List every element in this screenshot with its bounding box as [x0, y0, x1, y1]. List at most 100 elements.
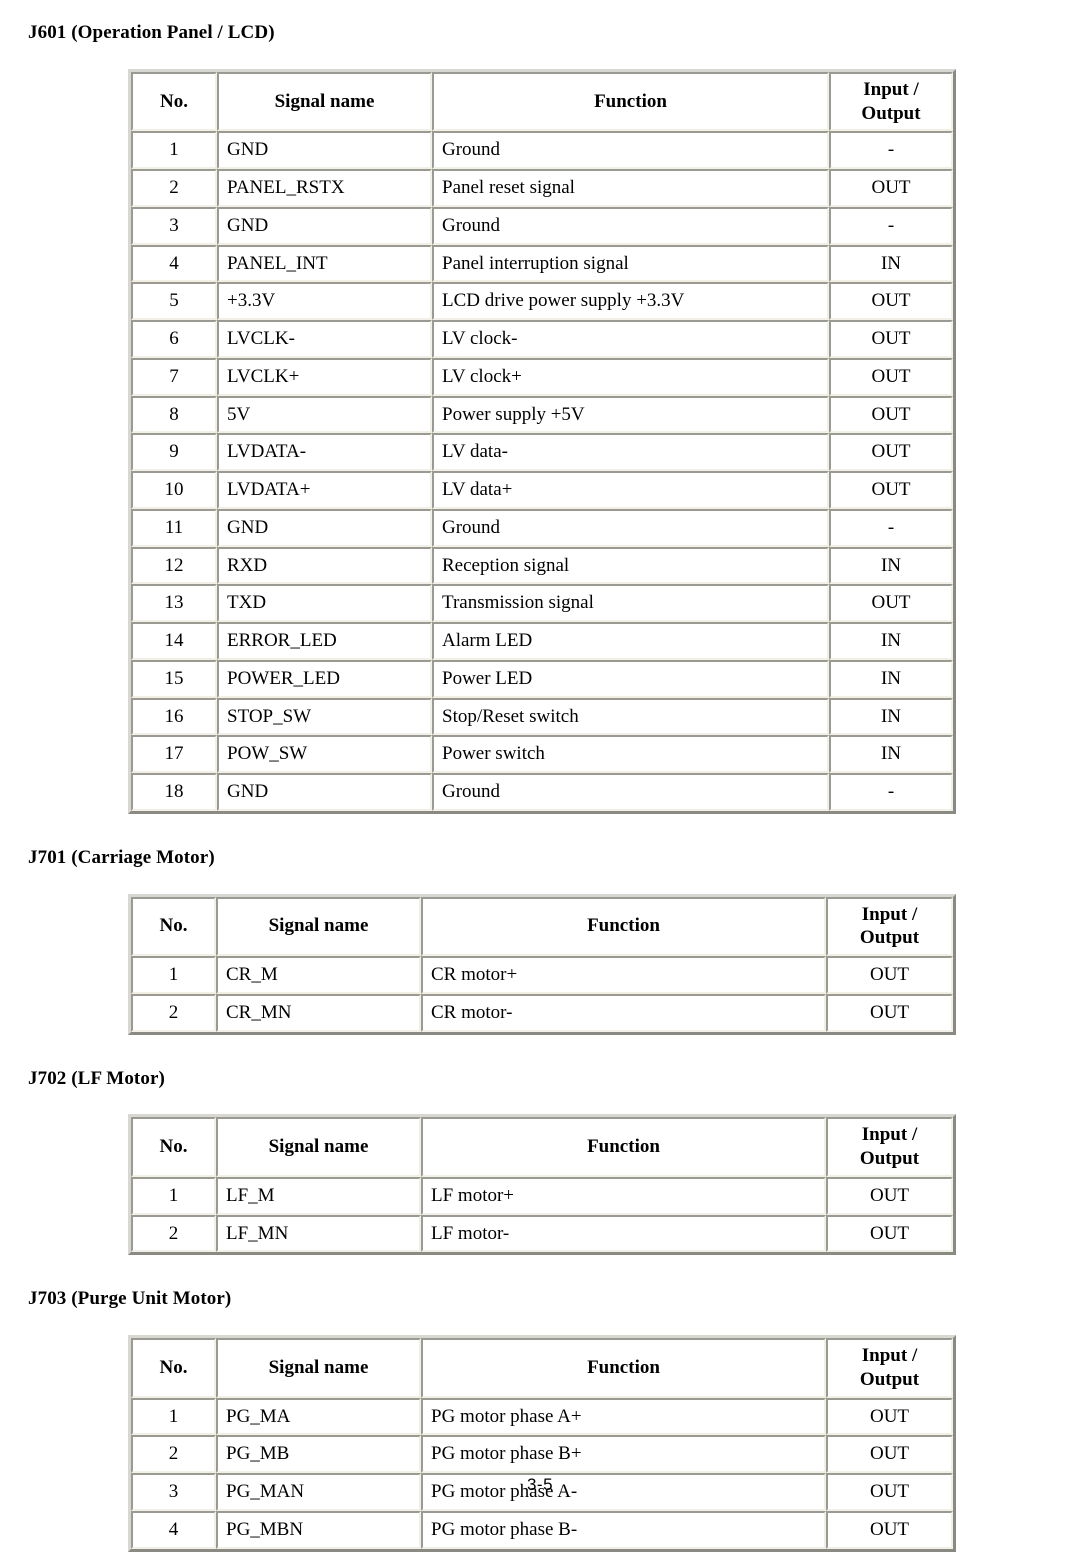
column-header-input-output: Input / Output — [826, 896, 953, 957]
cell-function: LF motor+ — [421, 1176, 826, 1215]
table-row: 16 STOP_SW Stop/Reset switch IN — [131, 697, 953, 736]
column-header-input-output: Input / Output — [826, 1338, 953, 1398]
cell-function: Stop/Reset switch — [432, 697, 829, 736]
cell-io: - — [829, 508, 953, 547]
table-row: 14 ERROR_LED Alarm LED IN — [131, 622, 953, 660]
cell-io: OUT — [829, 395, 953, 434]
cell-function: CR motor+ — [421, 956, 826, 994]
cell-signal-name: PANEL_RSTX — [217, 169, 432, 207]
cell-signal-name: +3.3V — [217, 282, 432, 321]
column-header-io-line2: Output — [861, 102, 921, 124]
cell-signal-name: CR_MN — [216, 993, 421, 1032]
section-heading-j601: J601 (Operation Panel / LCD) — [28, 22, 275, 43]
column-header-io-line2: Output — [859, 927, 920, 949]
table-row: 2 PANEL_RSTX Panel reset signal OUT — [131, 169, 953, 207]
cell-signal-name: LVCLK- — [217, 320, 432, 358]
cell-pin-no: 7 — [131, 357, 217, 396]
cell-pin-no: 2 — [131, 169, 217, 207]
table-row: 2 CR_MN CR motor- OUT — [131, 993, 953, 1032]
cell-function: Panel interruption signal — [432, 244, 829, 283]
cell-signal-name: 5V — [217, 395, 432, 434]
section-heading-j701: J701 (Carriage Motor) — [28, 846, 215, 868]
cell-pin-no: 12 — [131, 546, 217, 585]
cell-signal-name: LVDATA+ — [217, 471, 432, 509]
column-header-no: No. — [131, 71, 217, 132]
page-number: 3-5 — [526, 1475, 554, 1494]
column-header-io-line2: Output — [859, 1368, 920, 1390]
cell-function: Ground — [432, 508, 829, 547]
document-page: J601 (Operation Panel / LCD) No. Signal … — [0, 0, 1080, 1552]
cell-pin-no: 2 — [131, 1435, 216, 1474]
cell-function: PG motor phase B+ — [421, 1435, 826, 1474]
table-row: 8 5V Power supply +5V OUT — [131, 395, 953, 434]
column-header-io-line1: Input / — [863, 78, 919, 100]
cell-io: IN — [829, 244, 953, 283]
cell-pin-no: 18 — [131, 773, 217, 811]
table-row: 4 PANEL_INT Panel interruption signal IN — [131, 244, 953, 283]
cell-function: Ground — [432, 206, 829, 245]
pin-table-body-j702: 1 LF_M LF motor+ OUT 2 LF_MN LF motor- OUT — [131, 1176, 953, 1253]
cell-io: OUT — [829, 282, 953, 321]
cell-io: OUT — [826, 956, 953, 994]
cell-pin-no: 5 — [131, 282, 217, 321]
cell-io: OUT — [829, 169, 953, 207]
section-j703: J703 (Purge Unit Motor) No. Signal name … — [0, 1255, 1080, 1552]
column-header-no: No. — [131, 896, 216, 957]
cell-io: IN — [829, 735, 953, 774]
cell-signal-name: LF_MN — [216, 1214, 421, 1253]
cell-io: IN — [829, 622, 953, 660]
cell-signal-name: LVDATA- — [217, 433, 432, 472]
column-header-no: No. — [131, 1338, 216, 1398]
table-row: 1 CR_M CR motor+ OUT — [131, 956, 953, 994]
table-row: 13 TXD Transmission signal OUT — [131, 584, 953, 623]
pin-table-body-j601: 1 GND Ground - 2 PANEL_RSTX Panel reset signa… — [131, 131, 953, 811]
cell-io: OUT — [829, 433, 953, 472]
cell-signal-name: GND — [217, 508, 432, 547]
cell-io: - — [829, 131, 953, 170]
cell-io: - — [829, 206, 953, 245]
column-header-function: Function — [421, 896, 826, 957]
cell-function: Power switch — [432, 735, 829, 774]
table-header-row: No. Signal name Function Input / Output — [131, 71, 953, 132]
pin-table-body-j701: 1 CR_M CR motor+ OUT 2 CR_MN CR motor- OUT — [131, 956, 953, 1032]
cell-pin-no: 1 — [131, 1397, 216, 1436]
cell-signal-name: GND — [217, 131, 432, 170]
cell-signal-name: LF_M — [216, 1176, 421, 1215]
cell-pin-no: 2 — [131, 993, 216, 1032]
table-row: 10 LVDATA+ LV data+ OUT — [131, 471, 953, 509]
cell-signal-name: PG_MB — [216, 1435, 421, 1474]
pin-table-j702: No. Signal name Function Input / Output … — [128, 1114, 956, 1256]
cell-pin-no: 17 — [131, 735, 217, 774]
cell-signal-name: PG_MA — [216, 1397, 421, 1436]
column-header-no: No. — [131, 1117, 216, 1177]
pin-table-body-j703: 1 PG_MA PG motor phase A+ OUT 2 PG_MB PG moto… — [131, 1397, 953, 1549]
column-header-io-line1: Input / — [861, 903, 918, 925]
cell-io: - — [829, 773, 953, 811]
table-row: 4 PG_MBN PG motor phase B- OUT — [131, 1510, 953, 1549]
cell-signal-name: CR_M — [216, 956, 421, 994]
cell-signal-name: GND — [217, 773, 432, 811]
cell-signal-name: POW_SW — [217, 735, 432, 774]
table-row: 15 POWER_LED Power LED IN — [131, 659, 953, 698]
column-header-input-output: Input / Output — [829, 71, 953, 132]
section-j601: J601 (Operation Panel / LCD) No. Signal … — [0, 0, 1080, 814]
cell-function: Reception signal — [432, 546, 829, 585]
cell-signal-name: RXD — [217, 546, 432, 585]
column-header-io-line2: Output — [859, 1148, 920, 1170]
cell-pin-no: 2 — [131, 1214, 216, 1253]
cell-function: LF motor- — [421, 1214, 826, 1253]
column-header-signal-name: Signal name — [216, 896, 421, 957]
pin-table-j703: No. Signal name Function Input / Output … — [128, 1335, 956, 1552]
cell-function: LV data+ — [432, 471, 829, 509]
cell-function: Ground — [432, 131, 829, 170]
column-header-io-line1: Input / — [861, 1124, 918, 1146]
column-header-signal-name: Signal name — [216, 1338, 421, 1398]
cell-io: IN — [829, 697, 953, 736]
cell-function: Alarm LED — [432, 622, 829, 660]
cell-pin-no: 4 — [131, 1510, 216, 1549]
table-row: 11 GND Ground - — [131, 508, 953, 547]
table-row: 3 GND Ground - — [131, 206, 953, 245]
cell-signal-name: STOP_SW — [217, 697, 432, 736]
cell-pin-no: 1 — [131, 1176, 216, 1215]
cell-pin-no: 14 — [131, 622, 217, 660]
